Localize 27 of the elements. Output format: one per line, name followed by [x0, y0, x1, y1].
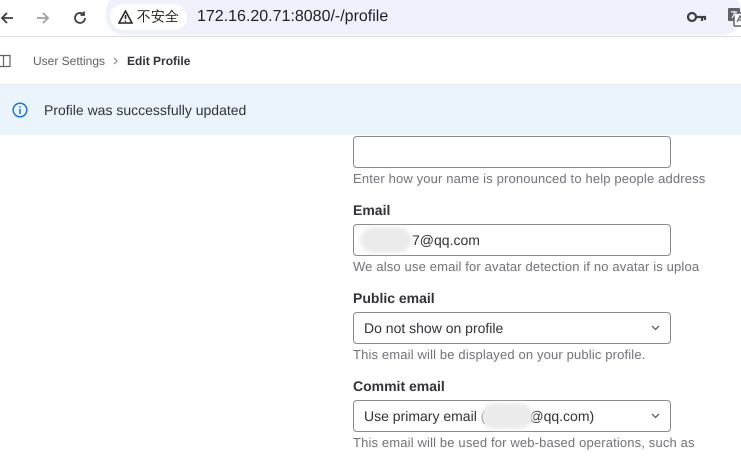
- chevron-down-icon: [651, 325, 660, 331]
- breadcrumb-link[interactable]: User Settings: [33, 54, 106, 68]
- field-label: Public email: [353, 290, 436, 306]
- input-field[interactable]: 7@qq.com: [353, 224, 671, 256]
- select-dropdown[interactable]: Do not show on profile: [353, 312, 671, 344]
- warning-icon: [118, 10, 133, 24]
- help-text: We also use email for avatar detection if no avatar is uploa: [353, 259, 700, 274]
- help-text: Enter how your name is pronounced to help people address: [353, 171, 706, 186]
- translate-icon[interactable]: [727, 7, 741, 27]
- reload-icon[interactable]: [72, 10, 88, 26]
- key-icon[interactable]: [687, 11, 707, 23]
- alert-message: Profile was successfully updated: [44, 102, 246, 118]
- address-bar-url[interactable]: 172.16.20.71:8080/-/profile: [197, 8, 388, 26]
- chevron-down-icon: [651, 413, 660, 419]
- info-icon: [12, 102, 28, 118]
- forward-arrow-icon[interactable]: [36, 11, 50, 25]
- security-chip[interactable]: 不安全: [110, 4, 187, 30]
- field-label: Commit email: [353, 378, 446, 394]
- back-arrow-icon[interactable]: [0, 11, 14, 25]
- help-text: This email will be used for web-based operations, such as: [353, 435, 696, 450]
- select-dropdown[interactable]: Use primary email ( @qq.com): [353, 400, 671, 432]
- chevron-right-icon: [113, 56, 120, 64]
- input-field[interactable]: [353, 136, 671, 168]
- field-label: Email: [353, 202, 392, 218]
- breadcrumb-link[interactable]: Edit Profile: [127, 54, 190, 68]
- help-text: This email will be displayed on your public profile.: [353, 347, 646, 362]
- sidebar-toggle-icon[interactable]: [0, 54, 11, 68]
